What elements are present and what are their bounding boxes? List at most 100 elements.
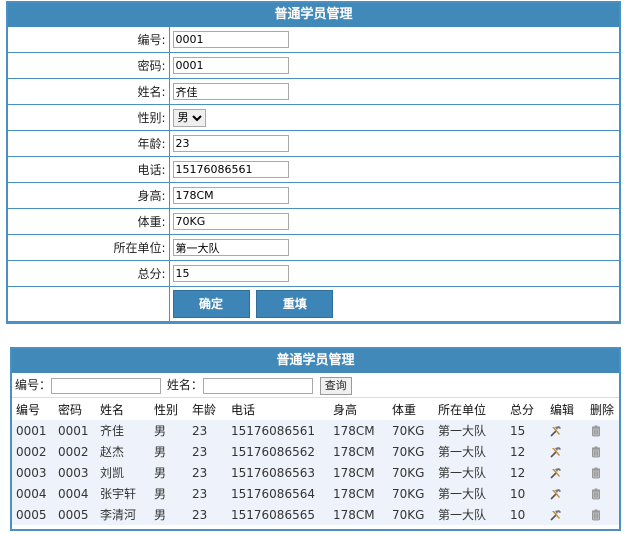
list-title: 普通学员管理 [12, 349, 619, 373]
phone-input[interactable] [172, 161, 289, 178]
name-input[interactable] [172, 83, 289, 100]
delete-button[interactable] [586, 462, 619, 483]
edit-button[interactable] [546, 483, 586, 504]
search-id-label: 编号： [15, 378, 52, 392]
col-age: 年龄 [192, 402, 217, 417]
cell-password: 0004 [58, 486, 89, 501]
cell-weight: 70KG [392, 423, 425, 438]
cell-age: 23 [192, 465, 208, 480]
student-table: 编号 密码 姓名 性别 年龄 电话 身高 体重 所在单位 总分 编辑 删除 00… [12, 398, 619, 525]
age-label: 年龄: [8, 130, 170, 157]
trash-icon[interactable] [590, 508, 602, 522]
gender-select[interactable]: 男 [172, 108, 206, 127]
query-button[interactable]: 查询 [319, 376, 352, 395]
id-input[interactable] [172, 31, 289, 48]
cell-name: 张宇轩 [100, 487, 137, 501]
table-row: 0002 0002 赵杰 男 23 15176086562 178CM 70KG 第一大队 12 [12, 441, 619, 462]
table-row: 0003 0003 刘凯 男 23 15176086563 178CM 70KG 第一大队 12 [12, 462, 619, 483]
student-list-panel: 普通学员管理 编号： 姓名： 查询 编号 密码 姓名 性别 年龄 电话 身高 体… [10, 347, 621, 531]
weight-input[interactable] [172, 213, 289, 230]
trash-icon[interactable] [590, 487, 602, 501]
score-label: 总分: [8, 260, 170, 287]
edit-tools-icon[interactable] [550, 445, 562, 459]
cell-score: 10 [510, 507, 526, 522]
trash-icon[interactable] [590, 445, 602, 459]
cell-id: 0001 [16, 423, 47, 438]
gender-label: 性别: [8, 104, 170, 131]
unit-input[interactable] [172, 239, 289, 256]
cell-score: 10 [510, 486, 526, 501]
cell-phone: 15176086564 [231, 486, 315, 501]
cell-password: 0003 [58, 465, 89, 480]
cell-gender: 男 [154, 487, 167, 501]
edit-button[interactable] [546, 504, 586, 525]
cell-height: 178CM [333, 465, 375, 480]
cell-phone: 15176086563 [231, 465, 315, 480]
col-score: 总分 [510, 402, 535, 417]
delete-button[interactable] [586, 420, 619, 441]
cell-gender: 男 [154, 508, 167, 522]
cell-weight: 70KG [392, 486, 425, 501]
cell-id: 0004 [16, 486, 47, 501]
cell-phone: 15176086562 [231, 444, 315, 459]
search-name-input[interactable] [202, 377, 313, 394]
search-id-input[interactable] [51, 377, 162, 394]
edit-button[interactable] [546, 441, 586, 462]
password-label: 密码: [8, 52, 170, 79]
edit-tools-icon[interactable] [550, 424, 562, 438]
cell-password: 0002 [58, 444, 89, 459]
score-input[interactable] [172, 265, 289, 282]
age-input[interactable] [172, 135, 289, 152]
table-row: 0004 0004 张宇轩 男 23 15176086564 178CM 70KG 第一大队 10 [12, 483, 619, 504]
col-unit: 所在单位 [438, 402, 487, 417]
name-label: 姓名: [8, 78, 170, 105]
cell-name: 齐佳 [100, 424, 125, 438]
confirm-button[interactable]: 确定 [172, 290, 250, 318]
cell-gender: 男 [154, 424, 167, 438]
delete-button[interactable] [586, 483, 619, 504]
cell-height: 178CM [333, 423, 375, 438]
cell-age: 23 [192, 507, 208, 522]
cell-unit: 第一大队 [438, 445, 487, 459]
search-name-label: 姓名： [166, 378, 203, 392]
cell-score: 12 [510, 444, 526, 459]
password-input[interactable] [172, 57, 289, 74]
edit-button[interactable] [546, 420, 586, 441]
cell-gender: 男 [154, 445, 167, 459]
edit-tools-icon[interactable] [550, 487, 562, 501]
cell-height: 178CM [333, 444, 375, 459]
delete-button[interactable] [586, 441, 619, 462]
trash-icon[interactable] [590, 466, 602, 480]
cell-score: 15 [510, 423, 526, 438]
edit-tools-icon[interactable] [550, 466, 562, 480]
col-edit: 编辑 [550, 402, 575, 417]
cell-gender: 男 [154, 466, 167, 480]
trash-icon[interactable] [590, 424, 602, 438]
cell-name: 赵杰 [100, 445, 125, 459]
cell-phone: 15176086565 [231, 507, 315, 522]
edit-tools-icon[interactable] [550, 508, 562, 522]
cell-unit: 第一大队 [438, 487, 487, 501]
cell-weight: 70KG [392, 465, 425, 480]
cell-id: 0005 [16, 507, 47, 522]
form-table: 编号: 密码: 姓名: 性别: 男 年龄: 电话: 身高: 体重: 所在单位: … [8, 27, 619, 322]
delete-button[interactable] [586, 504, 619, 525]
col-name: 姓名 [100, 402, 125, 417]
edit-button[interactable] [546, 462, 586, 483]
weight-label: 体重: [8, 208, 170, 235]
cell-unit: 第一大队 [438, 466, 487, 480]
cell-phone: 15176086561 [231, 423, 315, 438]
student-form-panel: 普通学员管理 编号: 密码: 姓名: 性别: 男 年龄: 电话: 身高: 体重:… [6, 1, 621, 324]
search-bar: 编号： 姓名： 查询 [12, 373, 619, 398]
col-delete: 删除 [590, 402, 615, 417]
cell-password: 0001 [58, 423, 89, 438]
cell-age: 23 [192, 423, 208, 438]
height-label: 身高: [8, 182, 170, 209]
cell-name: 刘凯 [100, 466, 125, 480]
cell-age: 23 [192, 486, 208, 501]
cell-score: 12 [510, 465, 526, 480]
height-input[interactable] [172, 187, 289, 204]
col-height: 身高 [333, 402, 358, 417]
reset-button[interactable]: 重填 [256, 290, 334, 318]
cell-weight: 70KG [392, 507, 425, 522]
